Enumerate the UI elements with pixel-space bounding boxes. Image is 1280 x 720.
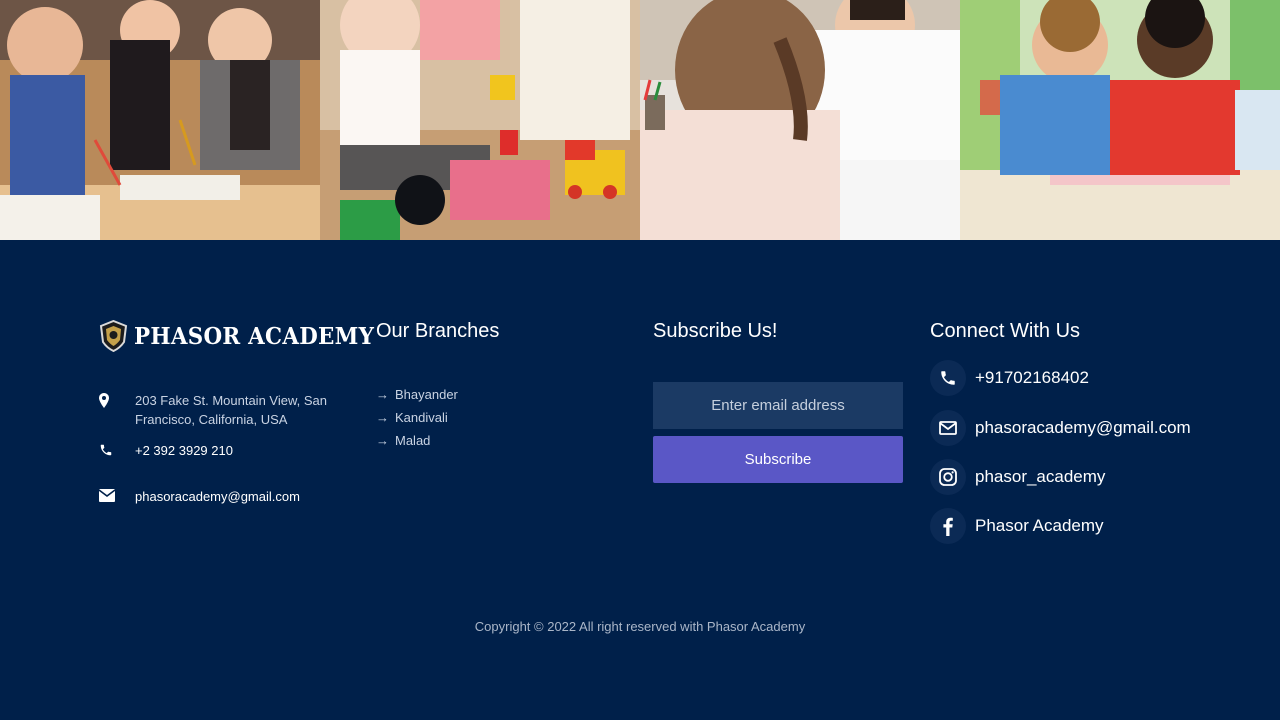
gallery-photo-1 xyxy=(0,0,320,240)
instagram-icon xyxy=(930,459,966,495)
social-phone-label: +91702168402 xyxy=(975,368,1089,387)
map-pin-icon xyxy=(99,391,135,408)
branch-item-bhayander[interactable]: → Bhayander xyxy=(376,383,458,406)
social-instagram-label: phasor_academy xyxy=(975,467,1106,486)
phone-text[interactable]: +2 392 3929 210 xyxy=(135,441,345,460)
phone-row: +2 392 3929 210 xyxy=(99,441,345,460)
phone-icon xyxy=(930,360,966,396)
subscribe-button[interactable]: Subscribe xyxy=(653,436,903,483)
address-text: 203 Fake St. Mountain View, San Francisc… xyxy=(135,393,327,427)
arrow-right-icon: → xyxy=(376,387,389,402)
photo-gallery xyxy=(0,0,1280,240)
envelope-icon xyxy=(99,487,135,502)
social-instagram-link[interactable]: phasor_academy xyxy=(930,459,1105,495)
mail-icon xyxy=(930,410,966,446)
phone-icon xyxy=(99,441,135,457)
arrow-right-icon: → xyxy=(376,410,389,425)
gallery-photo-4 xyxy=(960,0,1280,240)
gallery-photo-2 xyxy=(320,0,640,240)
shield-crest-icon xyxy=(99,320,128,352)
social-email-label: phasoracademy@gmail.com xyxy=(975,418,1191,437)
social-facebook-link[interactable]: Phasor Academy xyxy=(930,508,1104,544)
site-footer: PHASOR ACADEMY 203 Fake St. Mountain Vie… xyxy=(0,240,1280,720)
branch-item-kandivali[interactable]: → Kandivali xyxy=(376,406,458,429)
social-phone-link[interactable]: +91702168402 xyxy=(930,360,1089,396)
facebook-icon xyxy=(930,508,966,544)
subscribe-email-input[interactable] xyxy=(653,382,903,429)
branches-list: → Bhayander → Kandivali → Malad xyxy=(376,383,458,452)
connect-heading: Connect With Us xyxy=(930,320,1081,342)
copyright-text: Copyright © 2022 All right reserved with… xyxy=(474,619,806,634)
branches-heading: Our Branches xyxy=(376,320,500,342)
logo-text: PHASOR ACADEMY xyxy=(134,322,375,350)
branch-label: Kandivali xyxy=(395,410,448,425)
social-email-link[interactable]: phasoracademy@gmail.com xyxy=(930,410,1191,446)
subscribe-heading: Subscribe Us! xyxy=(653,320,778,342)
branch-item-malad[interactable]: → Malad xyxy=(376,429,458,452)
arrow-right-icon: → xyxy=(376,433,389,448)
gallery-photo-3 xyxy=(640,0,960,240)
email-text[interactable]: phasoracademy@gmail.com xyxy=(135,487,345,506)
address-row: 203 Fake St. Mountain View, San Francisc… xyxy=(99,391,345,429)
branch-label: Bhayander xyxy=(395,387,458,402)
academy-logo[interactable]: PHASOR ACADEMY xyxy=(99,320,392,352)
email-row: phasoracademy@gmail.com xyxy=(99,487,345,506)
social-facebook-label: Phasor Academy xyxy=(975,516,1104,535)
branch-label: Malad xyxy=(395,433,431,448)
